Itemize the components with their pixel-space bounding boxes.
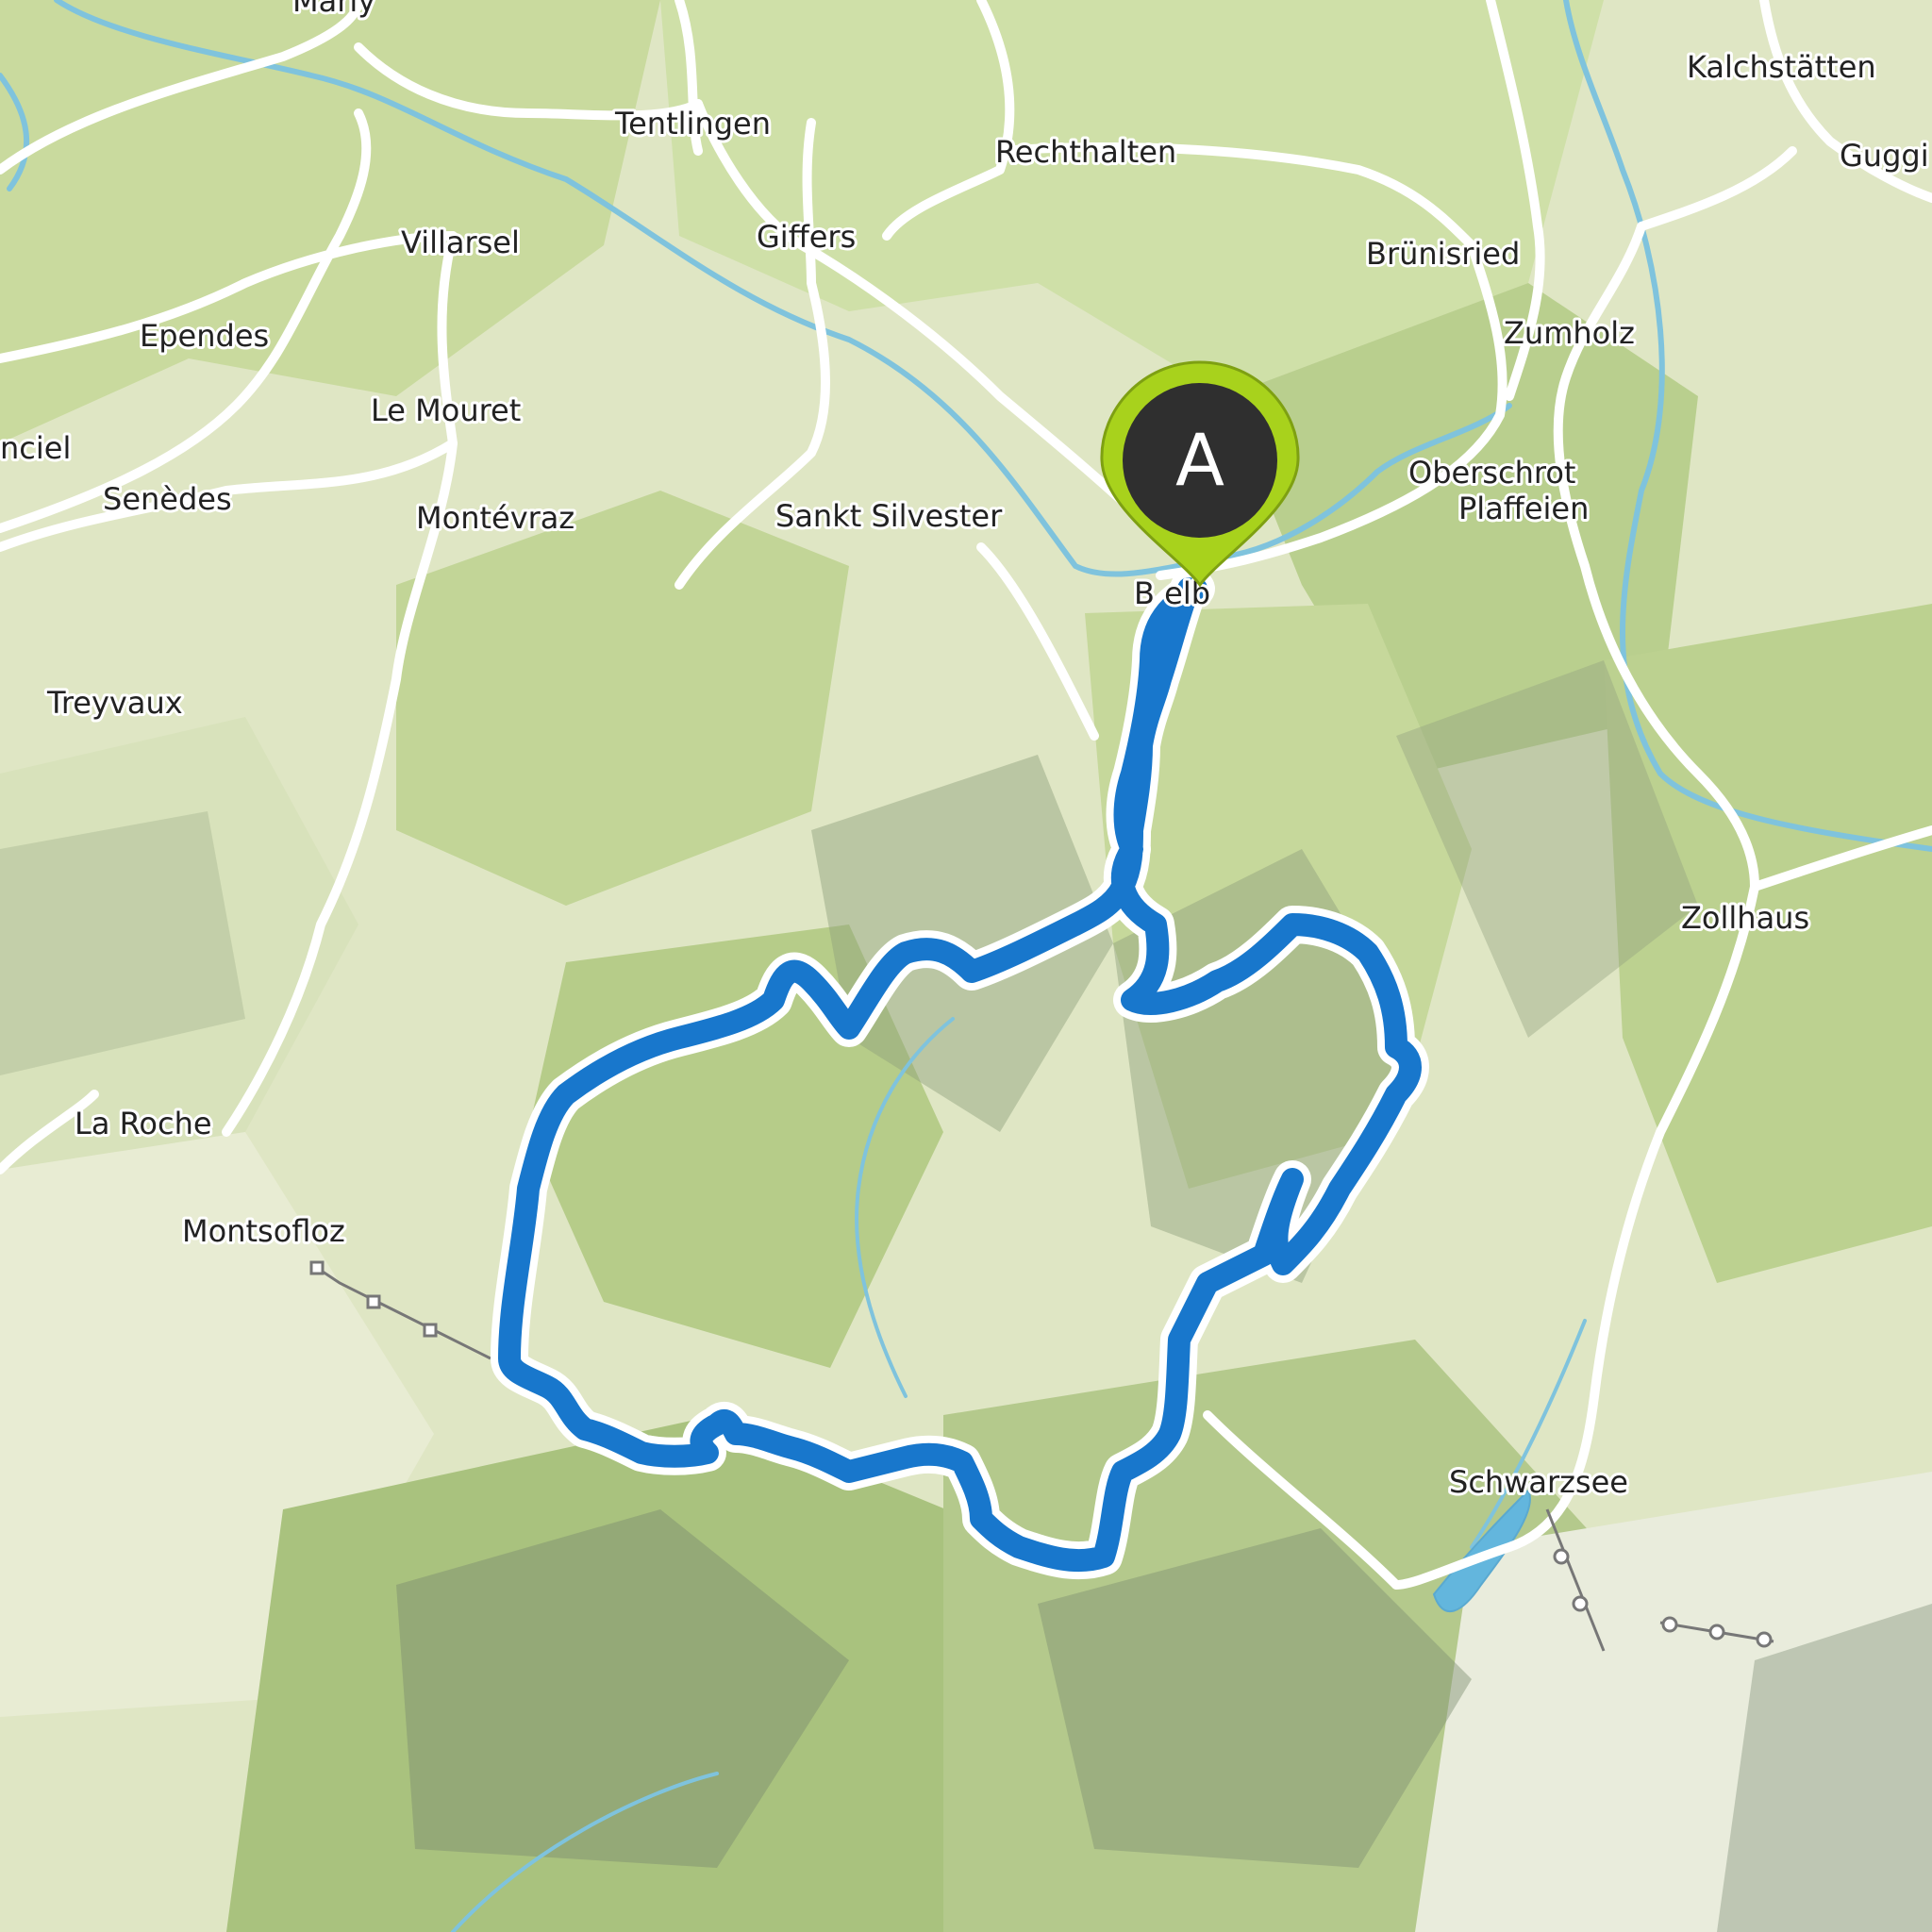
cable-car-station	[1553, 1548, 1570, 1565]
place-label-schwarzsee: Schwarzsee	[1449, 1464, 1628, 1500]
cable-car-station	[1756, 1631, 1773, 1648]
cable-car-station	[1572, 1595, 1589, 1612]
place-label-anciel: nciel	[0, 430, 71, 466]
place-label-montevraz: Montévraz	[416, 500, 575, 536]
marker-label: A	[1175, 418, 1224, 502]
cable-car-station	[1661, 1616, 1678, 1633]
place-label-la-roche: La Roche	[75, 1106, 212, 1141]
cable-car-station	[423, 1323, 438, 1338]
place-label-kalchstatten: Kalchstätten	[1687, 49, 1876, 85]
place-label-zollhaus: Zollhaus	[1681, 900, 1809, 936]
place-label-montsofloz: Montsofloz	[182, 1213, 345, 1249]
place-label-tentlingen: Tentlingen	[614, 106, 771, 142]
place-label-le-mouret: Le Mouret	[371, 392, 521, 428]
place-label-ependes: Ependes	[140, 318, 269, 354]
place-label-oberschrot: Oberschrot	[1408, 455, 1575, 491]
place-label-rechthalten: Rechthalten	[995, 134, 1176, 170]
cable-car-station	[1708, 1624, 1725, 1641]
cable-car-station	[366, 1294, 381, 1309]
map-canvas[interactable]: Marly Tentlingen Rechthalten Kalchstätte…	[0, 0, 1932, 1932]
place-label-giffers: Giffers	[757, 219, 856, 255]
place-label-senedes: Senèdes	[103, 481, 232, 517]
place-label-guggi: Guggi	[1840, 138, 1929, 174]
place-label-villarsel: Villarsel	[401, 225, 520, 260]
place-label-zumholz: Zumholz	[1504, 315, 1635, 351]
place-label-brunisried: Brünisried	[1366, 236, 1520, 272]
place-label-marly: Marly	[292, 0, 375, 19]
cable-car-station	[309, 1260, 325, 1275]
place-label-sankt-silvester: Sankt Silvester	[775, 498, 1003, 534]
place-label-plaffeien: Plaffeien	[1458, 491, 1589, 526]
place-label-treyvaux: Treyvaux	[46, 685, 183, 721]
